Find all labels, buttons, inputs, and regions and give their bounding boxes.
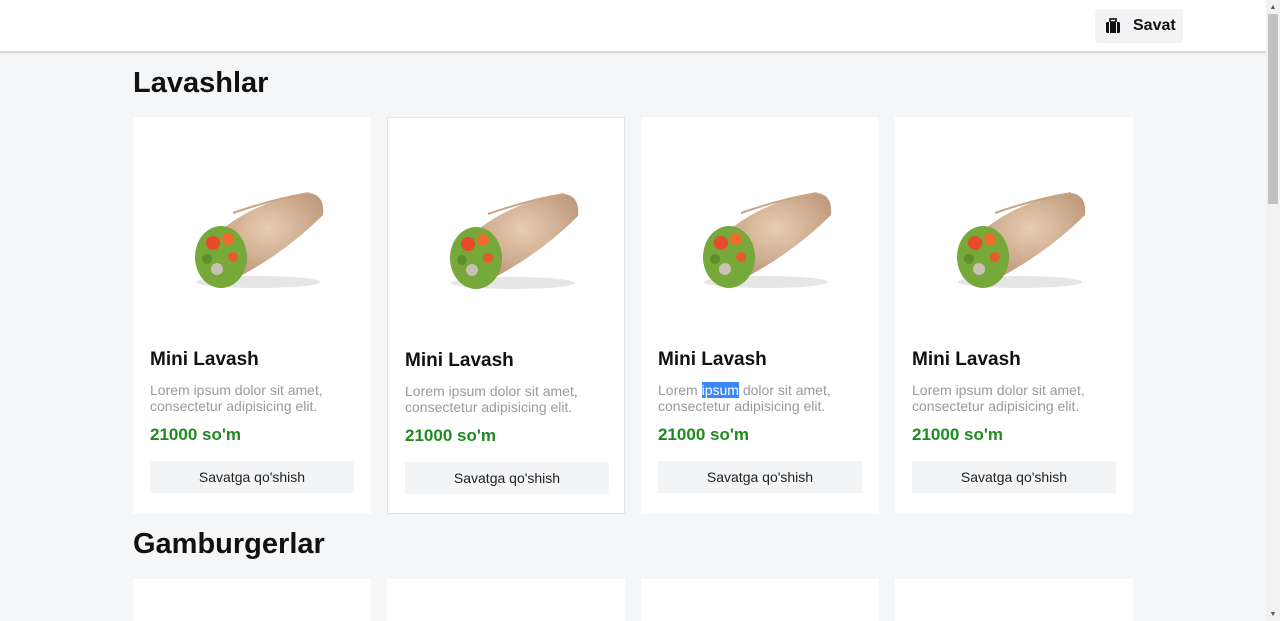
product-title: Mini Lavash xyxy=(150,349,259,370)
product-card: Mini Lavash Lorem ipsum dolor sit amet, … xyxy=(387,117,625,514)
section-title-gamburgerlar: Gamburgerlar xyxy=(133,528,325,560)
product-description: Lorem ipsum dolor sit amet, consectetur … xyxy=(912,382,1085,414)
page-scrollbar[interactable]: ▲ ▼ xyxy=(1266,0,1280,621)
product-description: Lorem ipsum dolor sit amet, consectetur … xyxy=(405,383,578,415)
product-title: Mini Lavash xyxy=(658,349,767,370)
product-title: Mini Lavash xyxy=(912,349,1021,370)
add-to-cart-button[interactable]: Savatga qo'shish xyxy=(150,461,354,493)
scroll-up-arrow-icon[interactable]: ▲ xyxy=(1266,0,1280,14)
header: Savat xyxy=(0,0,1266,53)
briefcase-icon xyxy=(1105,18,1121,34)
product-card: Mini Lavash Lorem ipsum dolor sit amet, … xyxy=(895,117,1133,514)
section-title-lavashlar: Lavashlar xyxy=(133,67,269,99)
product-description: Lorem ipsum dolor sit amet, consectetur … xyxy=(150,382,323,414)
product-image xyxy=(641,117,879,327)
product-image xyxy=(895,117,1133,327)
cart-label: Savat xyxy=(1133,17,1176,34)
product-card: Mini Lavash Lorem ipsum dolor sit amet, … xyxy=(641,117,879,514)
product-card: Mini Lavash Lorem ipsum dolor sit amet, … xyxy=(133,117,371,514)
scroll-down-arrow-icon[interactable]: ▼ xyxy=(1266,607,1280,621)
product-card xyxy=(133,579,371,621)
product-description: Lorem ipsum dolor sit amet, consectetur … xyxy=(658,382,831,414)
product-image xyxy=(388,118,626,328)
product-price: 21000 so'm xyxy=(912,425,1003,444)
product-price: 21000 so'm xyxy=(150,425,241,444)
add-to-cart-button[interactable]: Savatga qo'shish xyxy=(658,461,862,493)
cart-button[interactable]: Savat xyxy=(1095,9,1183,43)
scrollbar-thumb[interactable] xyxy=(1268,14,1278,204)
product-card xyxy=(387,579,625,621)
selected-text: ipsum xyxy=(701,382,739,398)
product-card xyxy=(895,579,1133,621)
product-title: Mini Lavash xyxy=(405,350,514,371)
add-to-cart-button[interactable]: Savatga qo'shish xyxy=(405,462,609,494)
product-price: 21000 so'm xyxy=(658,425,749,444)
product-card xyxy=(641,579,879,621)
product-image xyxy=(133,117,371,327)
add-to-cart-button[interactable]: Savatga qo'shish xyxy=(912,461,1116,493)
product-price: 21000 so'm xyxy=(405,426,496,445)
